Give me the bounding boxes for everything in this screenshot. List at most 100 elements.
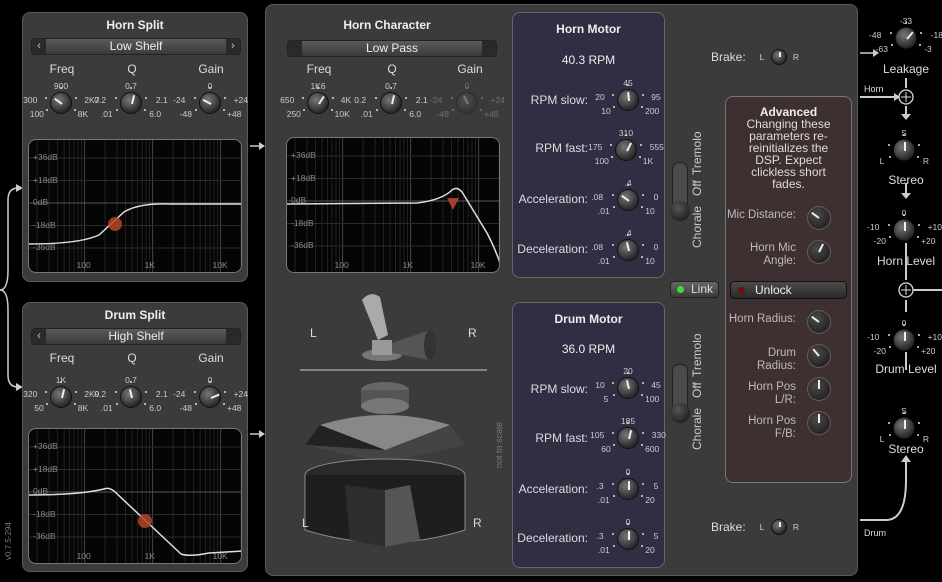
q-header: Q (127, 62, 137, 76)
graph-db-label: -36dB (33, 531, 56, 541)
horn-switch-label-tremolo: Tremolo (690, 131, 704, 175)
graph-db-label: +36dB (33, 152, 58, 162)
knob-tick (890, 32, 892, 34)
knob-scale-label: .08 (591, 242, 604, 252)
knob-scale-label: 0.7 (385, 81, 397, 91)
knob-scale-label: 650 (280, 95, 295, 105)
knob-tick (888, 422, 890, 424)
mic-distance-label: Mic Distance: (726, 209, 796, 221)
knob-tick (224, 391, 226, 393)
knob-scale-label: 0 (207, 375, 213, 385)
knob-scale-label: -48 (869, 30, 882, 40)
graph-db-label: +36dB (291, 150, 316, 160)
unlock-label: Unlock (755, 283, 792, 297)
freq-header: Freq (49, 62, 75, 76)
knob-scale-label: 10 (645, 206, 655, 216)
knob-scale-label: -48 (179, 403, 192, 413)
drum-split-title: Drum Split (104, 308, 166, 322)
knob-tick (375, 97, 377, 99)
knob-scale-label: 0 (653, 242, 659, 252)
graph-db-label: +18dB (33, 463, 58, 474)
knob-tick (74, 109, 76, 111)
horn-character-filter-value: Low Pass (365, 41, 419, 55)
knob-tick (917, 434, 919, 436)
knob-tick (613, 444, 615, 446)
signal-arrows (250, 142, 265, 438)
horn-radius-label: Horn Radius: (728, 313, 796, 325)
prev-arrow-icon[interactable] (288, 41, 302, 56)
graph-db-label: +18dB (33, 174, 58, 185)
knob-tick (611, 156, 613, 158)
knob-tick (918, 144, 920, 146)
link-button[interactable]: Link (670, 281, 719, 298)
knob-tick (642, 194, 644, 196)
prev-arrow-icon[interactable]: ‹ (32, 39, 46, 54)
knob-scale-label: 0.7 (125, 375, 137, 385)
horn-split-graph[interactable]: +36dB +18dB 0dB -18dB -36dB 100 1K 10K (28, 139, 242, 273)
knob-scale-label: 0 (207, 81, 213, 91)
next-arrow-icon[interactable] (226, 329, 240, 344)
knob-tick (613, 206, 615, 208)
knob-tick (145, 97, 147, 99)
horn-speed-switch[interactable] (670, 162, 690, 221)
switch-handle[interactable] (670, 403, 690, 423)
graph-freq-label: 10K (212, 260, 228, 270)
deceleration-label: Deceleration: (517, 531, 588, 545)
knob-scale-label: 320 (23, 389, 38, 399)
graph-db-label: 0dB (33, 197, 49, 207)
leakage-label: Leakage (882, 62, 930, 76)
knob-scale-label: 175 (588, 142, 603, 152)
knob-tick (917, 346, 919, 348)
knob-tick (641, 106, 643, 108)
knob-scale-label: +24 (490, 95, 506, 105)
drum-switch-label-chorale: Chorale (690, 407, 704, 450)
q-header: Q (127, 351, 137, 365)
knob-scale-label: 8K (77, 109, 89, 119)
horn-character-title: Horn Character (343, 18, 431, 32)
knob-scale-label: -63 (875, 44, 888, 54)
horn-stereo-label: Stereo (888, 173, 924, 187)
horn-character-filter-select[interactable]: Low Pass (287, 40, 497, 57)
knob-scale-label: 6.0 (409, 109, 422, 119)
knob-tick (612, 94, 614, 96)
freq-header: Freq (49, 351, 75, 365)
knob-tick (641, 495, 643, 497)
version-label: v0.7.5-294 (4, 522, 13, 560)
knob-scale-label: 0.2 (94, 389, 107, 399)
brake-l-label: L (759, 52, 765, 62)
switch-handle[interactable] (670, 201, 690, 221)
horn-level-label: Horn Level (876, 254, 936, 268)
knob-tick (641, 545, 643, 547)
horn-switch-label-off: Off (690, 180, 704, 196)
knob-scale-label: +24 (233, 95, 249, 105)
horn-split-filter-select[interactable]: ‹ Low Shelf › (31, 38, 241, 55)
link-led-icon (677, 286, 684, 293)
knob-scale-label: .08 (591, 192, 604, 202)
drum-switch-label-tremolo: Tremolo (690, 333, 704, 377)
knob-tick (612, 432, 614, 434)
knob-tick (613, 394, 615, 396)
next-arrow-icon[interactable]: › (226, 39, 240, 54)
horn-character-graph[interactable]: +36dB +18dB 0dB -18dB -36dB 100 1K 10K (286, 137, 500, 273)
gain-header: Gain (198, 62, 224, 76)
horn-mic-angle-label: Horn Mic Angle: (749, 242, 796, 267)
drum-rpm-readout: 36.0 RPM (561, 342, 616, 356)
graph-db-label: -18dB (33, 219, 56, 230)
knob-tick (641, 444, 643, 446)
leslie-speaker-illustration (300, 294, 487, 547)
horn-switch-label-chorale: Chorale (690, 205, 704, 248)
next-arrow-icon[interactable] (482, 41, 496, 56)
knob-scale-label: +10 (927, 332, 942, 342)
unlock-button[interactable]: Unlock (730, 281, 847, 299)
drum-split-filter-select[interactable]: ‹ High Shelf (31, 328, 241, 345)
knob-tick (918, 224, 920, 226)
prev-arrow-icon[interactable]: ‹ (32, 329, 46, 344)
knob-scale-label: -3 (924, 44, 932, 54)
knob-scale-label: +20 (920, 236, 936, 246)
knob-tick (888, 224, 890, 226)
drum-split-graph[interactable]: +36dB +18dB 0dB -18dB -36dB 100 1K 10K (28, 428, 242, 564)
knob-tick (891, 44, 893, 46)
knob-scale-label: -24 (173, 389, 186, 399)
drum-speed-switch[interactable] (670, 364, 690, 423)
horn-left-label: L (310, 326, 317, 340)
